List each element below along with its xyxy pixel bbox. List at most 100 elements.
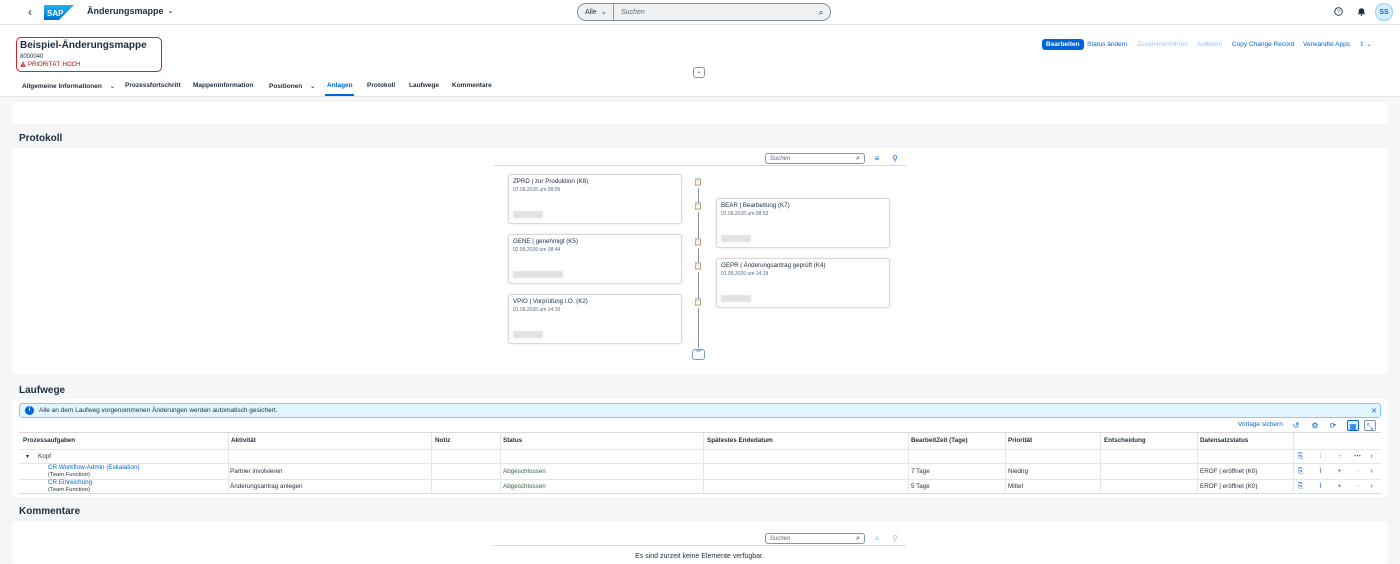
timeline-item[interactable]: GENE | genehmigt (K5) 02.09.2026 um 08:4… (508, 234, 682, 284)
filter-icon[interactable]: ⚲ (889, 533, 901, 544)
column-header[interactable]: Spätestes Endedatum (707, 437, 773, 444)
chevron-right-icon[interactable]: › (1367, 452, 1376, 461)
clipboard-icon: 📋 (693, 178, 703, 188)
sort-icon[interactable]: ≡ (871, 153, 883, 164)
workflows-section-title: Laufwege (19, 385, 66, 396)
settings-icon[interactable]: ⚙ (1309, 420, 1321, 431)
column-header[interactable]: Entscheidung (1104, 437, 1146, 444)
column-header[interactable]: Aktivität (231, 437, 256, 444)
record-status-cell: EROF | eröffnet (K0) (1200, 483, 1258, 490)
expand-view-icon[interactable]: ⤡ (1364, 420, 1376, 431)
tab-comments[interactable]: Kommentare (452, 82, 492, 89)
shell-bar: ‹ SAP Änderungsmappe ⌄ Alle ⌄ Suchen ⌕ ?… (0, 0, 1400, 25)
more-icon[interactable]: ⋯ (1353, 467, 1362, 476)
task-link[interactable]: CR Einreichung (48, 479, 92, 486)
timeline-item[interactable]: VPIO | Vorprüfung i.O. (K2) 01.09.2026 u… (508, 294, 682, 344)
more-icon[interactable]: ⋯ (1353, 482, 1362, 491)
attachment-icon[interactable]: ⌇ (1316, 452, 1325, 461)
column-header[interactable]: Notiz (435, 437, 450, 444)
history-icon[interactable]: ↺ (1290, 420, 1302, 431)
search-icon[interactable]: ⌕ (852, 155, 864, 163)
chevron-down-icon: ⌄ (1366, 41, 1372, 48)
header-divider (0, 96, 1400, 97)
task-link[interactable]: CR Workflow-Admin (Eskalation) (48, 464, 140, 471)
merge-button[interactable]: Zusammenführen (1137, 39, 1188, 50)
tab-workflows[interactable]: Laufwege (409, 82, 439, 89)
column-header[interactable]: BearbeitZeit (Tage) (911, 437, 968, 444)
tab-bar: Allgemeine Informationen ⌄ Prozessfortsc… (0, 78, 1400, 97)
refresh-icon[interactable]: ⟳ (1327, 420, 1339, 431)
add-icon[interactable]: + (1335, 467, 1344, 476)
tab-protocol[interactable]: Protokoll (367, 82, 395, 89)
avatar[interactable]: SS (1375, 3, 1393, 21)
tab-general-info[interactable]: Allgemeine Informationen ⌄ (22, 82, 115, 90)
change-status-button[interactable]: Status ändern (1087, 39, 1127, 50)
task-subtitle: (Team Function) (48, 472, 90, 478)
arrow-left-icon[interactable]: ‹ (23, 6, 37, 19)
page-title: Beispiel-Änderungsmappe (20, 40, 147, 51)
collapse-header-button[interactable]: ⌄ (693, 67, 705, 78)
timeline-item[interactable]: BEAR | Bearbeitung (K7) 02.09.2026 um 08… (716, 198, 890, 248)
table-view-icon[interactable]: ▦ (1347, 420, 1359, 431)
column-header[interactable]: Datensatzstatus (1200, 437, 1248, 444)
bell-icon[interactable] (1354, 6, 1368, 20)
chevron-right-icon[interactable]: › (1367, 467, 1376, 476)
clipboard-icon: 📋 (693, 238, 703, 248)
object-header: Beispiel-Änderungsmappe 8000040 PRIORITÄ… (0, 25, 1400, 97)
column-header[interactable]: Priorität (1008, 437, 1032, 444)
toolbar-divider (493, 165, 906, 166)
priority-status: PRIORITÄT: HOCH (20, 61, 158, 69)
add-icon[interactable]: + (1335, 482, 1344, 491)
tab-attachments[interactable]: Anlagen (327, 82, 353, 89)
object-title-box: Beispiel-Änderungsmappe 8000040 PRIORITÄ… (16, 37, 162, 72)
clipboard-icon: 📋 (693, 202, 703, 212)
share-menu-button[interactable]: ⇪ ⌄ (1359, 39, 1372, 50)
priority-cell: Niedrig (1008, 468, 1028, 475)
help-icon[interactable]: ? (1331, 6, 1345, 20)
app-title: Änderungsmappe (87, 6, 164, 16)
more-icon[interactable]: ⋯ (1353, 452, 1362, 461)
related-apps-button[interactable]: Verwandte Apps (1303, 39, 1350, 50)
column-header[interactable]: Prozessaufgaben (23, 437, 75, 444)
status-cell: Abgeschlossen (503, 468, 546, 475)
timeline-item[interactable]: GEPR | Änderungsantrag geprüft (K4) 01.0… (716, 258, 890, 308)
split-button[interactable]: Aufteilen (1197, 39, 1222, 50)
app-title-menu[interactable]: Änderungsmappe ⌄ (87, 6, 173, 16)
timeline-item[interactable]: ZPRD | zur Produktion (K8) 07.09.2026 um… (508, 174, 682, 224)
tab-process-progress[interactable]: Prozessfortschritt (125, 82, 181, 89)
sort-icon[interactable]: ≡ (871, 533, 883, 544)
comments-section-title: Kommentare (19, 506, 81, 517)
priority-cell: Mittel (1008, 483, 1024, 490)
save-template-button[interactable]: Vorlage sichern (1238, 421, 1283, 428)
attachment-icon[interactable]: ⌇ (1316, 467, 1325, 476)
column-header[interactable]: Status (503, 437, 522, 444)
tab-folder-info[interactable]: Mappeninformation (193, 82, 253, 89)
bookmark-icon[interactable]: ⎘ (1296, 452, 1305, 461)
chevron-right-icon[interactable]: › (1367, 482, 1376, 491)
search-scope-select[interactable]: Alle ⌄ (578, 4, 614, 20)
copy-change-record-button[interactable]: Copy Change Record (1232, 39, 1295, 50)
edit-button[interactable]: Bearbeiten (1042, 39, 1084, 50)
activity-cell: Änderungsantrag anlegen (230, 483, 303, 490)
show-more-button[interactable]: ︾ (692, 349, 705, 360)
sap-logo[interactable]: SAP (44, 5, 74, 20)
protocol-search-input[interactable]: Suchen ⌕ (765, 153, 865, 164)
bookmark-icon[interactable]: ⎘ (1296, 482, 1305, 491)
close-icon[interactable]: ✕ (1368, 407, 1380, 415)
search-icon[interactable]: ⌕ (852, 535, 864, 543)
duration-cell: 5 Tage (911, 483, 930, 490)
expand-group-toggle[interactable]: ▾ (26, 453, 29, 460)
bookmark-icon[interactable]: ⎘ (1296, 467, 1305, 476)
comments-search-input[interactable]: Suchen ⌕ (765, 533, 865, 544)
add-icon[interactable]: + (1335, 452, 1344, 461)
clipboard-icon: 📋 (693, 262, 703, 272)
filter-icon[interactable]: ⚲ (889, 153, 901, 164)
search-icon[interactable]: ⌕ (812, 7, 830, 18)
attachment-icon[interactable]: ⌇ (1316, 482, 1325, 491)
redacted-user (721, 295, 751, 302)
search-input[interactable]: Suchen (614, 9, 812, 16)
row-separator (19, 449, 1381, 450)
redacted-user (513, 271, 563, 278)
tab-positions[interactable]: Positionen ⌄ (269, 82, 316, 90)
protocol-section-title: Protokoll (19, 133, 63, 144)
